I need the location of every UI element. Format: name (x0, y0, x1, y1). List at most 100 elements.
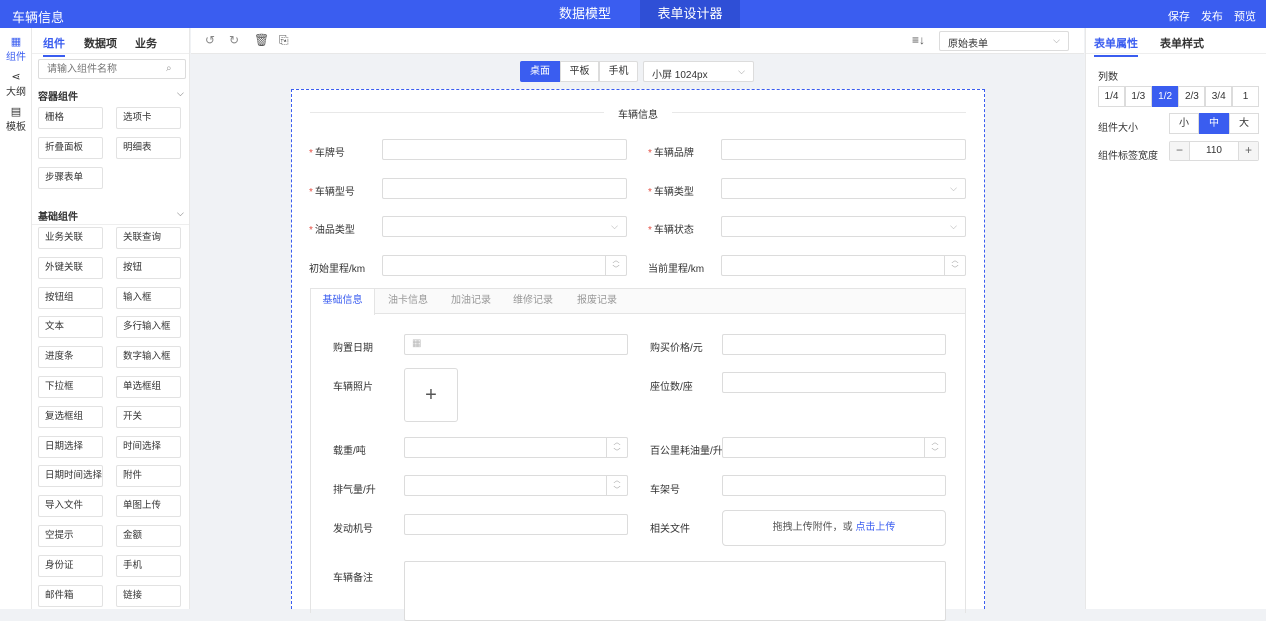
component-item[interactable]: 进度条 (38, 346, 103, 369)
label-width-value[interactable]: 110 (1190, 145, 1238, 156)
component-item[interactable]: 手机 (116, 554, 181, 577)
chevron-down-icon[interactable]: ﹀ (925, 448, 945, 458)
tab-form-properties[interactable]: 表单属性 (1094, 35, 1138, 57)
select-field[interactable]: ⌵ (721, 177, 966, 199)
number-field[interactable]: ︿ ﹀ (382, 254, 627, 276)
column-option-button[interactable]: 1 (1232, 86, 1259, 107)
photo-upload-button[interactable]: + (404, 368, 458, 422)
device-desktop-button[interactable]: 桌面 (520, 61, 560, 82)
purchase-price-input[interactable] (722, 334, 946, 355)
number-spinner[interactable]: ︿ ﹀ (944, 255, 965, 275)
component-item[interactable]: 日期选择 (38, 435, 103, 458)
size-option-button[interactable]: 小 (1169, 113, 1199, 134)
chevron-down-icon[interactable]: ⌵ (177, 208, 184, 219)
vin-input[interactable] (722, 475, 946, 496)
select-field[interactable]: ⌵ (721, 216, 966, 237)
component-item[interactable]: 复选框组 (38, 405, 103, 428)
component-item[interactable]: 时间选择 (116, 435, 181, 458)
component-item[interactable]: 明细表 (116, 137, 181, 159)
rail-item-templates[interactable]: ▤ 模板 (0, 106, 32, 133)
device-tablet-button[interactable]: 平板 (560, 61, 599, 82)
component-item[interactable]: 文本 (38, 316, 103, 339)
chevron-down-icon[interactable]: ⌵ (177, 88, 184, 99)
remark-textarea[interactable] (404, 561, 946, 621)
engine-input[interactable] (404, 514, 628, 535)
component-item[interactable]: 折叠面板 (38, 137, 103, 159)
minus-icon[interactable]: − (1170, 142, 1190, 160)
tab-data-model[interactable]: 数据模型 (550, 0, 620, 28)
chevron-up-icon[interactable]: ︿ (945, 256, 965, 266)
text-field[interactable] (382, 177, 627, 199)
undo-icon[interactable]: ↺ (205, 33, 215, 47)
chevron-down-icon[interactable]: ﹀ (607, 448, 627, 458)
chevron-down-icon[interactable]: ﹀ (606, 265, 626, 275)
chevron-up-icon[interactable]: ︿ (607, 438, 627, 448)
number-spinner[interactable]: ︿ ﹀ (924, 438, 945, 457)
component-item[interactable]: 关联查询 (116, 227, 181, 249)
component-item[interactable]: 金额 (116, 525, 181, 547)
column-option-button[interactable]: 2/3 (1178, 86, 1206, 107)
number-field[interactable]: ︿ ﹀ (721, 254, 966, 276)
chevron-up-icon[interactable]: ︿ (925, 438, 945, 448)
tab-refuel-records[interactable]: 加油记录 (441, 289, 501, 314)
component-item[interactable]: 附件 (116, 465, 181, 488)
tab-basic-info[interactable]: 基础信息 (311, 289, 375, 315)
tab-scrap-records[interactable]: 报废记录 (565, 289, 629, 314)
displacement-input[interactable]: ︿ ﹀ (404, 475, 628, 496)
trash-icon[interactable]: 🗑︎ (254, 33, 269, 47)
component-item[interactable]: 外键关联 (38, 256, 103, 279)
number-spinner[interactable]: ︿ ﹀ (605, 255, 626, 275)
tab-repair-records[interactable]: 维修记录 (501, 289, 565, 314)
purchase-date-input[interactable]: ▦ (404, 334, 628, 355)
file-dropzone[interactable]: 拖拽上传附件，或 点击上传 (722, 510, 946, 546)
number-spinner[interactable]: ︿ ﹀ (606, 438, 627, 457)
label-width-stepper[interactable]: − 110 + (1169, 141, 1259, 161)
column-option-button[interactable]: 1/4 (1098, 86, 1125, 107)
component-item[interactable]: 链接 (116, 584, 181, 607)
chevron-down-icon[interactable]: ﹀ (607, 486, 627, 496)
text-field[interactable] (721, 139, 966, 160)
component-item[interactable]: 按钮组 (38, 286, 103, 309)
component-item[interactable]: 单图上传 (116, 495, 181, 518)
load-number-input[interactable]: ︿ ﹀ (404, 437, 628, 458)
chevron-up-icon[interactable]: ︿ (607, 476, 627, 486)
size-option-button[interactable]: 中 (1199, 113, 1229, 134)
resolution-select[interactable]: 小屏 1024px ⌵ (643, 61, 754, 82)
save-button[interactable]: 保存 (1168, 11, 1190, 23)
component-item[interactable]: 导入文件 (38, 495, 103, 518)
component-item[interactable]: 身份证 (38, 554, 103, 577)
component-item[interactable]: 邮件箱 (38, 584, 103, 607)
component-item[interactable]: 业务关联 (38, 227, 103, 249)
component-item[interactable]: 单选框组 (116, 376, 181, 398)
redo-icon[interactable]: ↻ (229, 33, 239, 47)
component-item[interactable]: 栅格 (38, 107, 103, 129)
component-item[interactable]: 开关 (116, 405, 181, 428)
export-icon[interactable]: ⎘ (279, 33, 289, 48)
component-item[interactable]: 输入框 (116, 286, 181, 309)
tab-data-items[interactable]: 数据项 (84, 35, 117, 51)
rail-item-outline[interactable]: ⋖ 大纲 (0, 71, 32, 98)
preview-button[interactable]: 预览 (1234, 11, 1256, 23)
component-item[interactable]: 按钮 (116, 256, 181, 279)
chevron-up-icon[interactable]: ︿ (606, 256, 626, 266)
tab-form-style[interactable]: 表单样式 (1160, 35, 1204, 51)
text-field[interactable] (382, 139, 627, 160)
component-search-input[interactable] (38, 59, 186, 79)
component-item[interactable]: 下拉框 (38, 376, 103, 398)
column-option-button[interactable]: 1/2 (1151, 86, 1179, 107)
column-option-button[interactable]: 3/4 (1205, 86, 1233, 107)
seats-input[interactable] (722, 372, 946, 393)
component-item[interactable]: 选项卡 (116, 107, 181, 129)
device-phone-button[interactable]: 手机 (599, 61, 638, 82)
component-item[interactable]: 数字输入框 (116, 346, 181, 369)
tab-form-designer[interactable]: 表单设计器 (640, 0, 740, 28)
rail-item-components[interactable]: ▦ 组件 (0, 36, 32, 63)
component-item[interactable]: 步骤表单 (38, 167, 103, 189)
plus-icon[interactable]: + (1238, 142, 1258, 160)
form-canvas[interactable]: 车辆信息 * 车牌号 * 车辆品牌 * 车辆型号 * 车辆类型 ⌵ * 油品类型 ⌵ * 车辆状态 ⌵ 初始里… (291, 89, 985, 621)
select-field[interactable]: ⌵ (382, 216, 627, 237)
component-item[interactable]: 日期时间选择 (38, 465, 103, 488)
tab-fuel-card[interactable]: 油卡信息 (375, 289, 441, 314)
tab-components[interactable]: 组件 (43, 35, 65, 57)
form-select[interactable]: 原始表单 ⌵ (939, 31, 1069, 51)
